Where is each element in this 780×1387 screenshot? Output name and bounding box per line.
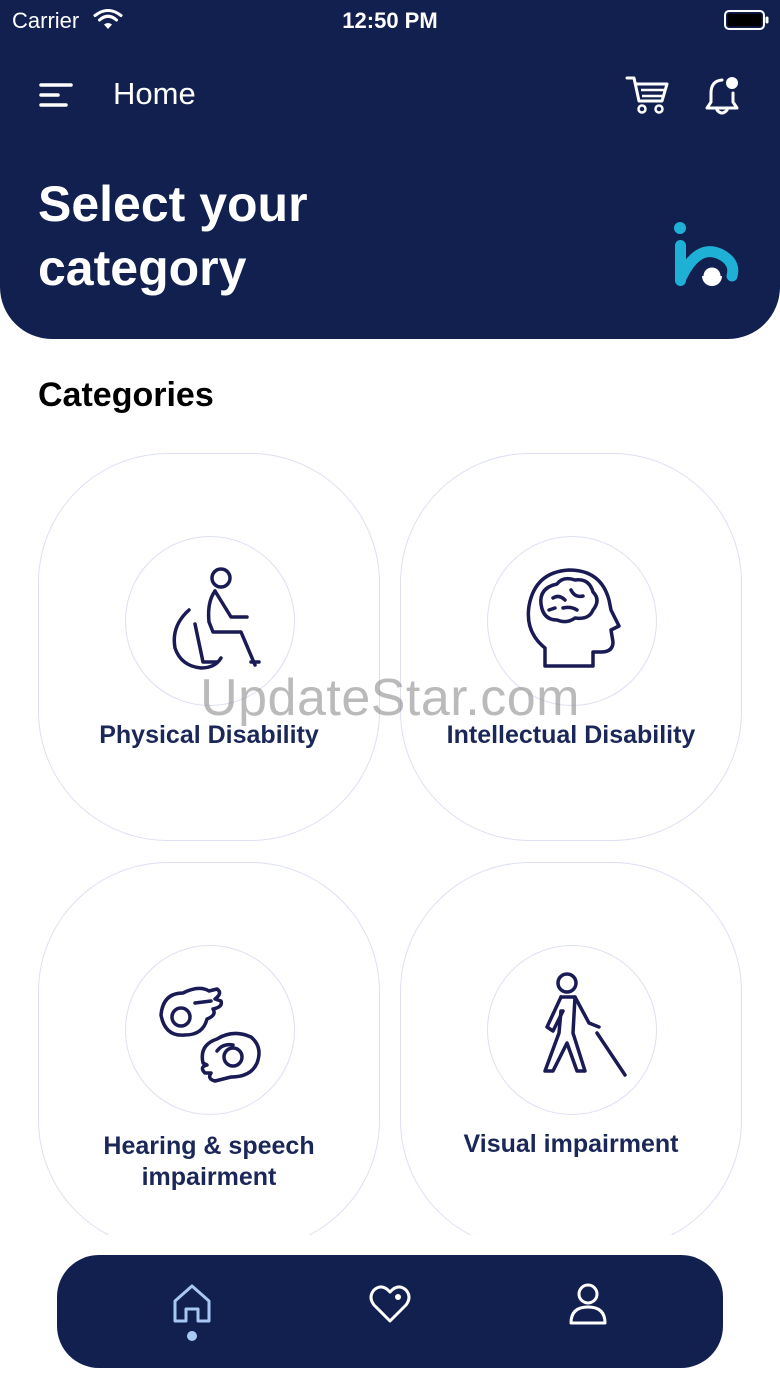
active-tab-indicator <box>187 1331 197 1341</box>
brain-head-icon <box>526 568 621 668</box>
cart-icon[interactable] <box>624 72 670 116</box>
hero-heading-line1: Select your <box>38 176 308 232</box>
blind-person-icon <box>543 972 627 1077</box>
category-card-hearing-speech[interactable]: Hearing & speech impairment <box>38 862 380 1235</box>
sign-language-icon <box>159 986 261 1083</box>
heart-icon[interactable] <box>365 1279 415 1329</box>
battery-icon <box>724 10 769 30</box>
categories-heading: Categories <box>38 376 214 414</box>
category-label-line1: Hearing & speech <box>103 1132 315 1160</box>
home-icon[interactable] <box>167 1279 217 1329</box>
clock: 12:50 PM <box>342 8 438 33</box>
wheelchair-icon <box>172 567 261 670</box>
category-label: Visual impairment <box>463 1130 679 1158</box>
category-label: Hearing & speech impairment <box>39 1131 379 1193</box>
category-card-physical[interactable]: Physical Disability <box>38 453 380 841</box>
category-card-intellectual[interactable]: Intellectual Disability <box>400 453 742 841</box>
user-icon[interactable] <box>563 1279 613 1329</box>
menu-icon[interactable] <box>38 80 74 110</box>
hero-heading: Select your category <box>38 172 438 300</box>
category-label-line2: impairment <box>141 1163 277 1191</box>
watermark: UpdateStar.com <box>200 669 580 727</box>
status-bar: Carrier 12:50 PM <box>0 0 780 40</box>
bottom-nav <box>57 1255 723 1368</box>
brand-logo-icon <box>674 222 739 286</box>
icon-circle <box>487 945 657 1115</box>
hero-heading-line2: category <box>38 240 247 296</box>
icon-circle <box>125 945 295 1115</box>
header: Carrier 12:50 PM Home Select your catego… <box>0 0 780 339</box>
category-card-visual[interactable]: Visual impairment <box>400 862 742 1235</box>
page-title: Home <box>113 76 196 111</box>
category-grid: Physical Disability Intellectual Disabil… <box>0 440 780 1235</box>
notification-bell-icon[interactable] <box>702 74 744 116</box>
